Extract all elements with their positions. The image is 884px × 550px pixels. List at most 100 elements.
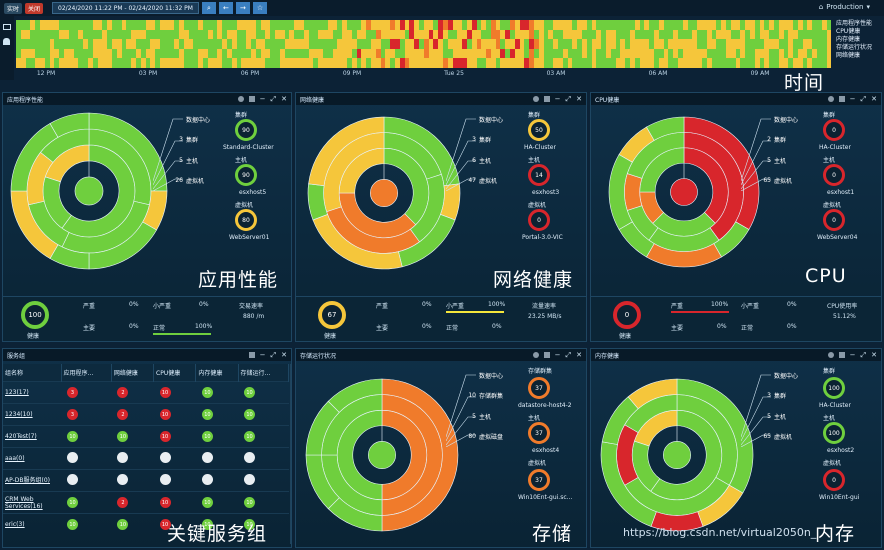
status-badge[interactable]: 10 [159,409,171,420]
table-row[interactable]: AP-DB服务组(0) [3,469,289,492]
bell-icon[interactable] [3,38,10,45]
status-badge[interactable] [117,452,129,463]
column-header[interactable]: 内存健康 [195,364,239,382]
info-icon[interactable] [532,96,539,102]
expand-icon[interactable]: ⤢ [566,351,572,360]
status-badge[interactable] [159,474,171,485]
status-badge[interactable]: 2 [117,387,129,398]
status-badge[interactable] [159,452,171,463]
expand-icon[interactable]: ⤢ [566,95,572,104]
service-group-link[interactable]: 420Test(7) [3,425,61,448]
close-icon[interactable]: ✕ [281,95,287,103]
settings-icon[interactable] [543,96,550,102]
sunburst-center[interactable] [663,441,691,469]
status-badge[interactable]: 10 [244,387,256,398]
host-score-ring[interactable]: 14 [528,164,550,186]
minimize-icon[interactable]: − [555,351,561,359]
settings-icon[interactable] [248,96,255,102]
table-row[interactable]: CRM Web Services(16) 10 2 10 10 10 [3,491,289,514]
status-badge[interactable] [117,474,129,485]
status-badge[interactable] [67,474,78,485]
host-score-ring[interactable]: 100 [823,422,845,444]
sunburst-chart[interactable] [607,115,761,269]
vm-score-ring[interactable]: 0 [823,209,845,231]
expand-icon[interactable]: ⤢ [861,351,867,360]
health-ring[interactable]: 0 [613,301,641,329]
status-badge[interactable]: 10 [201,409,213,420]
realtime-toggle[interactable]: 实时 [4,2,23,14]
expand-icon[interactable]: ⤢ [271,95,277,104]
vm-score-ring[interactable]: 0 [528,209,550,231]
minimize-icon[interactable]: − [555,95,561,103]
sunburst-center[interactable] [370,179,398,207]
minimize-icon[interactable]: − [260,351,266,359]
prev-arrow-icon[interactable]: ← [218,2,233,14]
star-icon[interactable]: ☆ [252,2,267,14]
menu-icon[interactable] [3,24,11,30]
host-score-ring[interactable]: 90 [235,164,257,186]
sunburst-chart[interactable] [599,377,755,533]
health-heatmap-timeline[interactable] [16,20,832,68]
service-group-link[interactable]: AP-DB服务组(0) [3,469,61,492]
table-row[interactable]: 123(17) 3 2 10 10 10 [3,381,289,404]
date-range-picker[interactable]: 02/24/2020 11:22 PM - 02/24/2020 11:32 P… [52,2,199,14]
cluster-score-ring[interactable]: 90 [235,119,257,141]
expand-icon[interactable]: ⤢ [861,95,867,104]
info-icon[interactable] [237,96,244,102]
status-badge[interactable]: 10 [67,431,78,442]
sunburst-segment[interactable] [624,173,643,211]
status-badge[interactable]: 3 [67,409,78,420]
table-row[interactable]: 1234(10) 3 2 10 10 10 [3,403,289,426]
storage-cluster-score-ring[interactable]: 37 [528,377,550,399]
column-header[interactable]: CPU健康 [153,364,197,382]
close-toggle[interactable]: 关闭 [25,2,44,14]
status-badge[interactable]: 10 [117,431,129,442]
close-icon[interactable]: ✕ [576,95,582,103]
table-scrollbar[interactable] [290,364,291,544]
host-score-ring[interactable]: 0 [823,164,845,186]
status-badge[interactable]: 10 [201,387,213,398]
status-badge[interactable]: 10 [159,497,171,508]
sunburst-center[interactable] [368,441,396,469]
environment-selector[interactable]: ⌂ Production ▾ [819,3,870,11]
minimize-icon[interactable]: − [850,95,856,103]
zoom-icon[interactable]: ⌕ [201,2,216,14]
status-badge[interactable]: 2 [117,497,129,508]
cluster-score-ring[interactable]: 0 [823,119,845,141]
settings-icon[interactable] [248,352,255,358]
table-row[interactable]: aaa(0) [3,447,289,470]
status-badge[interactable] [244,474,256,485]
column-header[interactable]: 网络健康 [111,364,155,382]
table-row[interactable]: 420Test(7) 10 10 10 10 10 [3,425,289,448]
sunburst-center[interactable] [74,176,104,206]
column-header[interactable]: 存储运行... [238,364,290,382]
status-badge[interactable] [201,474,213,485]
minimize-icon[interactable]: − [850,351,856,359]
settings-icon[interactable] [543,352,550,358]
status-badge[interactable]: 10 [244,431,256,442]
status-badge[interactable]: 2 [117,409,129,420]
close-icon[interactable]: ✕ [871,351,877,359]
column-header[interactable]: 应用程序... [61,364,112,382]
cluster-score-ring[interactable]: 100 [823,377,845,399]
health-ring[interactable]: 67 [318,301,346,329]
minimize-icon[interactable]: − [260,95,266,103]
status-badge[interactable]: 10 [159,431,171,442]
cluster-score-ring[interactable]: 50 [528,119,550,141]
status-badge[interactable]: 10 [244,497,256,508]
settings-icon[interactable] [838,96,845,102]
service-group-link[interactable]: eric(3) [3,513,61,536]
status-badge[interactable] [244,452,256,463]
vm-score-ring[interactable]: 80 [235,209,257,231]
vm-score-ring[interactable]: 37 [528,469,550,491]
status-badge[interactable]: 10 [67,519,78,531]
service-group-link[interactable]: 123(17) [3,381,61,404]
host-score-ring[interactable]: 37 [528,422,550,444]
status-badge[interactable]: 10 [67,497,78,508]
health-ring[interactable]: 100 [21,301,49,329]
sunburst-chart[interactable] [306,115,462,271]
status-badge[interactable]: 10 [244,409,256,420]
info-icon[interactable] [532,352,539,358]
settings-icon[interactable] [838,352,845,358]
status-badge[interactable] [67,452,78,463]
